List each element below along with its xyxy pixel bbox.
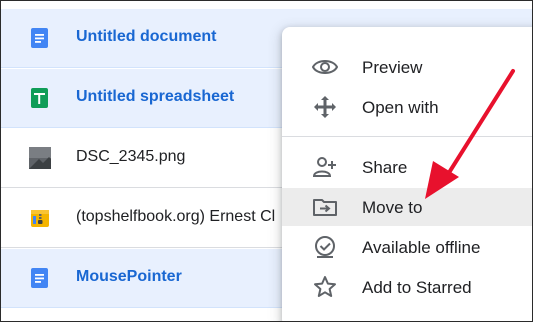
file-name: DSC_2345.png [76,148,186,165]
menu-item-label: Share [362,158,408,177]
google-docs-icon [29,267,51,289]
file-name: MousePointer [76,268,182,285]
file-name: (topshelfbook.org) Ernest Cl [76,208,276,225]
drive-file-list-window: Untitled document Untitled spreadsheet D… [0,0,533,322]
menu-item-available-offline[interactable]: Available offline [282,228,532,266]
menu-item-preview[interactable]: Preview [282,48,532,86]
image-thumbnail-icon [29,147,51,169]
offline-check-icon [312,235,338,259]
menu-item-add-to-starred[interactable]: Add to Starred [282,268,532,306]
move-arrows-icon [312,95,338,119]
star-outline-icon [312,275,338,299]
menu-divider [282,136,532,137]
menu-item-label: Move to [362,198,423,217]
menu-item-share[interactable]: Share [282,148,532,186]
context-menu: Preview Open with Share Move to Availabl… [282,27,532,321]
add-person-icon [312,155,338,179]
google-docs-icon [29,27,51,49]
menu-item-move-to[interactable]: Move to [282,188,532,226]
menu-item-label: Open with [362,98,439,117]
google-sheets-icon [29,87,51,109]
file-name: Untitled spreadsheet [76,88,235,105]
folder-move-icon [312,195,338,219]
file-name: Untitled document [76,28,217,45]
eye-icon [312,55,338,79]
menu-item-label: Available offline [362,238,481,257]
menu-item-label: Add to Starred [362,278,472,297]
zip-archive-icon [29,207,51,229]
menu-item-open-with[interactable]: Open with [282,88,532,126]
menu-item-label: Preview [362,58,423,77]
